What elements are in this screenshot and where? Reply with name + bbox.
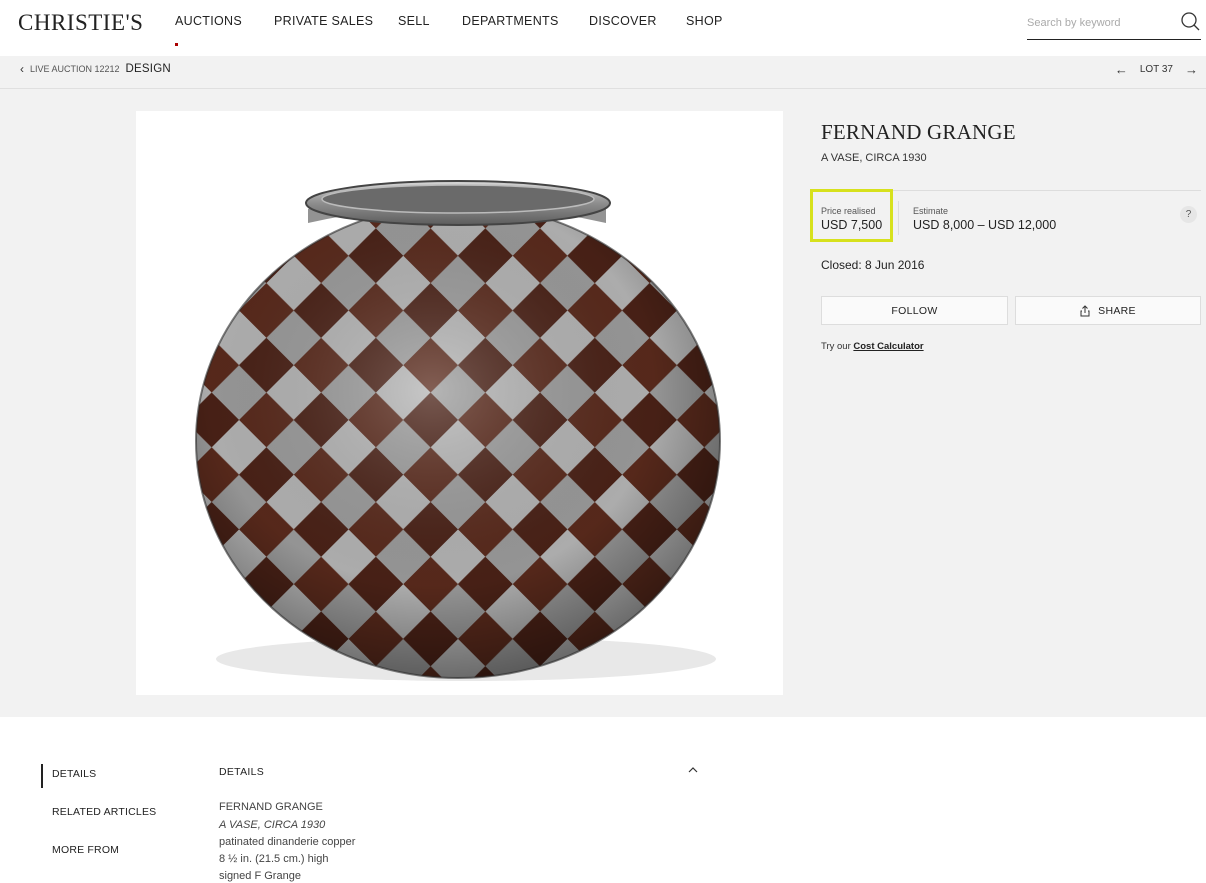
search-bar: [1027, 10, 1201, 40]
arrow-right-icon[interactable]: →: [1185, 62, 1198, 77]
search-input[interactable]: [1027, 12, 1167, 34]
side-tab-more-from[interactable]: MORE FROM: [52, 844, 119, 856]
detail-dimensions: 8 ½ in. (21.5 cm.) high: [219, 853, 329, 865]
active-nav-indicator: [175, 43, 178, 46]
cost-calculator-link[interactable]: Cost Calculator: [853, 341, 923, 352]
side-tab-related-articles[interactable]: RELATED ARTICLES: [52, 806, 156, 818]
top-navigation: CHRISTIE'S AUCTIONS PRIVATE SALES SELL D…: [0, 0, 1206, 46]
details-heading: DETAILS: [219, 766, 265, 778]
follow-button[interactable]: FOLLOW: [821, 296, 1008, 325]
share-button[interactable]: SHARE: [1015, 296, 1201, 325]
share-label: SHARE: [1098, 304, 1136, 317]
lot-main-panel: FERNAND GRANGE A VASE, CIRCA 1930 Price …: [0, 89, 1206, 717]
breadcrumb-sale: DESIGN: [125, 63, 171, 75]
closed-date-value: 8 Jun 2016: [865, 258, 925, 272]
help-icon[interactable]: ?: [1180, 206, 1197, 223]
cost-prefix: Try our: [821, 341, 854, 352]
lot-number: LOT 37: [1139, 64, 1173, 75]
lot-title: A VASE, CIRCA 1930: [821, 152, 927, 164]
closed-date: Closed: 8 Jun 2016: [821, 258, 924, 272]
nav-shop[interactable]: SHOP: [686, 14, 723, 28]
auction-subbar: ‹ LIVE AUCTION 12212 DESIGN ← LOT 37 →: [0, 56, 1206, 89]
price-realised-label: Price realised: [821, 206, 876, 216]
detail-medium: patinated dinanderie copper: [219, 836, 356, 848]
breadcrumb[interactable]: ‹ LIVE AUCTION 12212 DESIGN: [20, 62, 171, 76]
cost-calculator-line: Try our Cost Calculator: [821, 341, 924, 352]
vase-image: [195, 180, 721, 681]
nav-private-sales[interactable]: PRIVATE SALES: [274, 14, 373, 28]
breadcrumb-auction: LIVE AUCTION 12212: [30, 64, 120, 74]
follow-label: FOLLOW: [891, 304, 938, 317]
arrow-left-icon[interactable]: ←: [1115, 62, 1128, 77]
share-icon: [1080, 304, 1090, 316]
nav-auctions[interactable]: AUCTIONS: [175, 14, 242, 28]
closed-prefix: Closed:: [821, 258, 866, 272]
nav-discover[interactable]: DISCOVER: [589, 14, 657, 28]
side-tab-details[interactable]: DETAILS: [52, 768, 96, 780]
chevron-up-icon[interactable]: [686, 764, 700, 776]
price-realised-value: USD 7,500: [821, 218, 883, 232]
search-icon[interactable]: [1179, 10, 1201, 34]
estimate-separator: [898, 201, 899, 235]
lot-artist: FERNAND GRANGE: [821, 120, 1016, 144]
christies-logo[interactable]: CHRISTIE'S: [18, 10, 143, 36]
detail-signature: signed F Grange: [219, 870, 301, 882]
lot-image[interactable]: [136, 111, 783, 695]
estimate-label: Estimate: [913, 206, 949, 216]
detail-artist: FERNAND GRANGE: [219, 801, 323, 813]
detail-title: A VASE, CIRCA 1930: [219, 819, 326, 831]
nav-departments[interactable]: DEPARTMENTS: [462, 14, 559, 28]
estimate-value: USD 8,000 – USD 12,000: [913, 218, 1057, 232]
lot-navigation: ← LOT 37 →: [1115, 62, 1198, 77]
chevron-left-icon: ‹: [20, 62, 24, 76]
active-tab-indicator: [41, 764, 43, 788]
nav-sell[interactable]: SELL: [398, 14, 430, 28]
